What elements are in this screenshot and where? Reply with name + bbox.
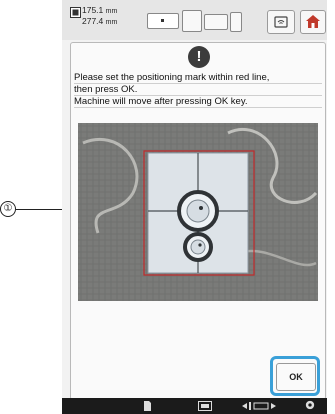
instruction-line-3: Machine will move after pressing OK key. bbox=[74, 96, 322, 108]
frame-option-3 bbox=[204, 14, 228, 30]
wifi-icon bbox=[274, 16, 288, 28]
home-icon bbox=[306, 15, 320, 28]
frame-option-2 bbox=[182, 10, 202, 32]
embroidery-size-icon bbox=[70, 7, 81, 18]
ok-button[interactable]: OK bbox=[276, 363, 316, 391]
memory-icon bbox=[198, 401, 212, 411]
size-width-unit: mm bbox=[105, 8, 118, 15]
marker-large-dot bbox=[199, 206, 203, 210]
instruction-line-1: Please set the positioning mark within r… bbox=[74, 72, 322, 84]
frame-option-1 bbox=[147, 13, 179, 29]
camera-view bbox=[78, 123, 318, 301]
size-height: 277.4 mm bbox=[82, 16, 117, 28]
embroidery-size-readout: 175.1 mm 277.4 mm bbox=[70, 5, 118, 35]
frame-option-4 bbox=[230, 12, 242, 32]
frame-indicator bbox=[147, 10, 243, 32]
marker-small-circle-inner bbox=[190, 239, 206, 255]
thread-arrow-icon bbox=[242, 402, 276, 410]
instruction-message: Please set the positioning mark within r… bbox=[74, 72, 322, 108]
camera-image bbox=[78, 123, 318, 301]
top-bar: 175.1 mm 277.4 mm bbox=[62, 0, 327, 40]
size-width-value: 175.1 bbox=[82, 5, 104, 15]
bottom-bar bbox=[62, 398, 327, 414]
callout-number-1: ① bbox=[0, 201, 16, 217]
marker-large-circle-inner bbox=[186, 199, 210, 223]
home-button[interactable] bbox=[300, 10, 326, 34]
instruction-line-2: then press OK. bbox=[74, 84, 322, 96]
warning-icon: ! bbox=[188, 46, 210, 68]
positioning-dialog: ! Please set the positioning mark within… bbox=[70, 42, 326, 400]
document-icon bbox=[144, 401, 151, 411]
wifi-button[interactable] bbox=[267, 10, 295, 34]
size-height-unit: mm bbox=[105, 19, 118, 26]
size-height-value: 277.4 bbox=[82, 16, 104, 26]
marker-small-dot bbox=[198, 243, 202, 247]
machine-screen: 175.1 mm 277.4 mm ! Please set the posit… bbox=[62, 0, 327, 414]
settings-icon bbox=[305, 400, 315, 410]
